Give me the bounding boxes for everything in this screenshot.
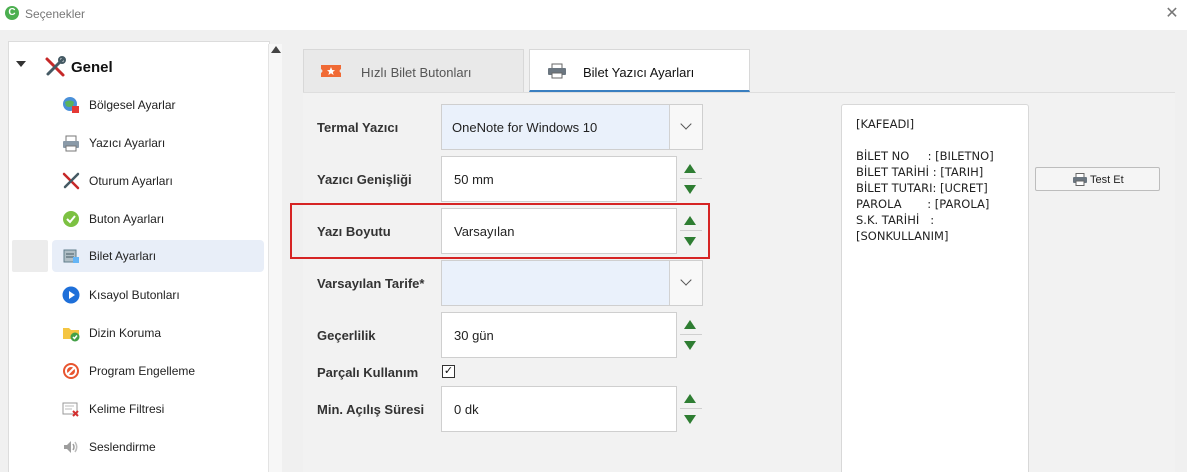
tab-hizli-bilet-butonlari[interactable]: Hızlı Bilet Butonları xyxy=(303,49,524,92)
caret-down-icon[interactable] xyxy=(16,61,26,67)
chevron-down-icon xyxy=(680,274,692,286)
sidebar-item-bolgesel-ayarlar[interactable]: Bölgesel Ayarlar xyxy=(52,89,264,121)
sidebar-item-label: Bölgesel Ayarlar xyxy=(89,98,176,112)
printer-icon xyxy=(548,63,566,79)
termal-yazici-select[interactable]: OneNote for Windows 10 xyxy=(441,104,703,150)
yazici-genisligi-value: 50 mm xyxy=(454,172,494,187)
sidebar-item-label: Seslendirme xyxy=(89,440,156,454)
printer-icon xyxy=(63,135,79,152)
gecerlilik-stepper[interactable] xyxy=(678,312,702,358)
selection-indent xyxy=(12,240,48,272)
folder-shield-icon xyxy=(63,328,80,342)
scroll-up-arrow-icon[interactable] xyxy=(271,46,281,53)
sidebar-item-seslendirme[interactable]: Seslendirme xyxy=(52,431,264,463)
yazici-genisligi-label: Yazıcı Genişliği xyxy=(317,172,412,187)
sidebar-item-label: Oturum Ayarları xyxy=(89,174,173,188)
ticket-preview[interactable]: [KAFEADI] BİLET NO : [BILETNO] BİLET TAR… xyxy=(841,104,1029,472)
min-acilis-suresi-input[interactable]: 0 dk xyxy=(441,386,677,432)
gecerlilik-value: 30 gün xyxy=(454,328,494,343)
yazici-genisligi-input[interactable]: 50 mm xyxy=(441,156,677,202)
termal-yazici-value: OneNote for Windows 10 xyxy=(452,120,598,135)
preview-line: S.K. TARİHİ : xyxy=(856,213,935,227)
ticket-icon xyxy=(63,249,79,263)
tab-label: Bilet Yazıcı Ayarları xyxy=(583,65,695,80)
sidebar-group-label: Genel xyxy=(71,59,113,76)
sidebar-item-label: Kelime Filtresi xyxy=(89,402,165,416)
preview-line: BİLET TUTARI: [UCRET] xyxy=(856,181,988,195)
stepper-divider xyxy=(680,178,702,179)
sidebar-item-oturum-ayarlari[interactable]: Oturum Ayarları xyxy=(52,165,264,197)
arrow-up-icon[interactable] xyxy=(684,394,696,403)
arrow-up-icon[interactable] xyxy=(684,320,696,329)
gecerlilik-input[interactable]: 30 gün xyxy=(441,312,677,358)
sidebar-item-program-engelleme[interactable]: Program Engelleme xyxy=(52,355,264,387)
arrow-down-icon[interactable] xyxy=(684,185,696,194)
tools-icon xyxy=(45,56,66,77)
sidebar-item-kelime-filtresi[interactable]: Kelime Filtresi xyxy=(52,393,264,425)
chevron-down-icon xyxy=(680,118,692,130)
min-acilis-suresi-value: 0 dk xyxy=(454,402,479,417)
stepper-divider xyxy=(680,334,702,335)
stepper-divider xyxy=(680,408,702,409)
speaker-icon xyxy=(64,441,78,453)
preview-line: BİLET NO : [BILETNO] xyxy=(856,149,994,163)
test-button-label: Test Et xyxy=(1090,174,1124,186)
app-logo-icon: C xyxy=(5,6,19,20)
sidebar-item-yazici-ayarlari[interactable]: Yazıcı Ayarları xyxy=(52,127,264,159)
sidebar-item-bilet-ayarlari[interactable]: Bilet Ayarları xyxy=(52,240,264,272)
tools-icon xyxy=(62,172,80,190)
arrow-up-icon[interactable] xyxy=(684,164,696,173)
ticket-star-icon xyxy=(321,65,341,77)
parcali-kullanim-label: Parçalı Kullanım xyxy=(317,365,419,380)
window-title: Seçenekler xyxy=(25,7,86,21)
filter-icon xyxy=(62,402,79,417)
varsayilan-tarife-select[interactable] xyxy=(441,260,703,306)
preview-line: BİLET TARİHİ : [TARIH] xyxy=(856,165,984,179)
sidebar-item-dizin-koruma[interactable]: Dizin Koruma xyxy=(52,317,264,349)
dropdown-button[interactable] xyxy=(669,105,702,149)
sidebar-item-label: Kısayol Butonları xyxy=(89,288,180,302)
sidebar-item-label: Bilet Ayarları xyxy=(89,249,157,263)
sidebar-item-label: Dizin Koruma xyxy=(89,326,162,340)
min-acilis-suresi-stepper[interactable] xyxy=(678,386,702,432)
sidebar-scrollbar[interactable] xyxy=(268,44,282,472)
globe-icon xyxy=(63,97,79,113)
title-bar: C Seçenekler ✕ xyxy=(0,0,1187,30)
sidebar-item-label: Buton Ayarları xyxy=(89,212,165,226)
test-button[interactable]: Test Et xyxy=(1035,167,1160,191)
sidebar-group-genel[interactable]: Genel xyxy=(8,52,263,82)
check-circle-icon xyxy=(63,211,79,227)
close-icon[interactable]: ✕ xyxy=(1163,3,1181,25)
preview-line: [KAFEADI] xyxy=(856,117,915,131)
sidebar-item-kisayol-butonlari[interactable]: Kısayol Butonları xyxy=(52,279,264,311)
tab-bilet-yazici-ayarlari[interactable]: Bilet Yazıcı Ayarları xyxy=(529,49,750,92)
termal-yazici-label: Termal Yazıcı xyxy=(317,120,399,135)
preview-line: PAROLA : [PAROLA] xyxy=(856,197,990,211)
dropdown-button[interactable] xyxy=(669,261,702,305)
tab-content-panel xyxy=(303,92,1175,472)
printer-icon xyxy=(1073,173,1087,186)
sidebar-item-label: Yazıcı Ayarları xyxy=(89,136,166,150)
parcali-kullanim-checkbox[interactable]: ✓ xyxy=(442,365,455,378)
play-icon xyxy=(62,286,80,304)
sidebar-item-buton-ayarlari[interactable]: Buton Ayarları xyxy=(52,203,264,235)
arrow-down-icon[interactable] xyxy=(684,415,696,424)
gecerlilik-label: Geçerlilik xyxy=(317,328,376,343)
yazici-genisligi-stepper[interactable] xyxy=(678,156,702,202)
sidebar-item-label: Program Engelleme xyxy=(89,364,196,378)
min-acilis-suresi-label: Min. Açılış Süresi xyxy=(317,402,425,417)
block-icon xyxy=(63,363,79,379)
highlight-box xyxy=(290,203,710,259)
preview-line: [SONKULLANIM] xyxy=(856,229,949,243)
varsayilan-tarife-label: Varsayılan Tarife* xyxy=(317,276,425,291)
tab-label: Hızlı Bilet Butonları xyxy=(361,65,472,80)
arrow-down-icon[interactable] xyxy=(684,341,696,350)
